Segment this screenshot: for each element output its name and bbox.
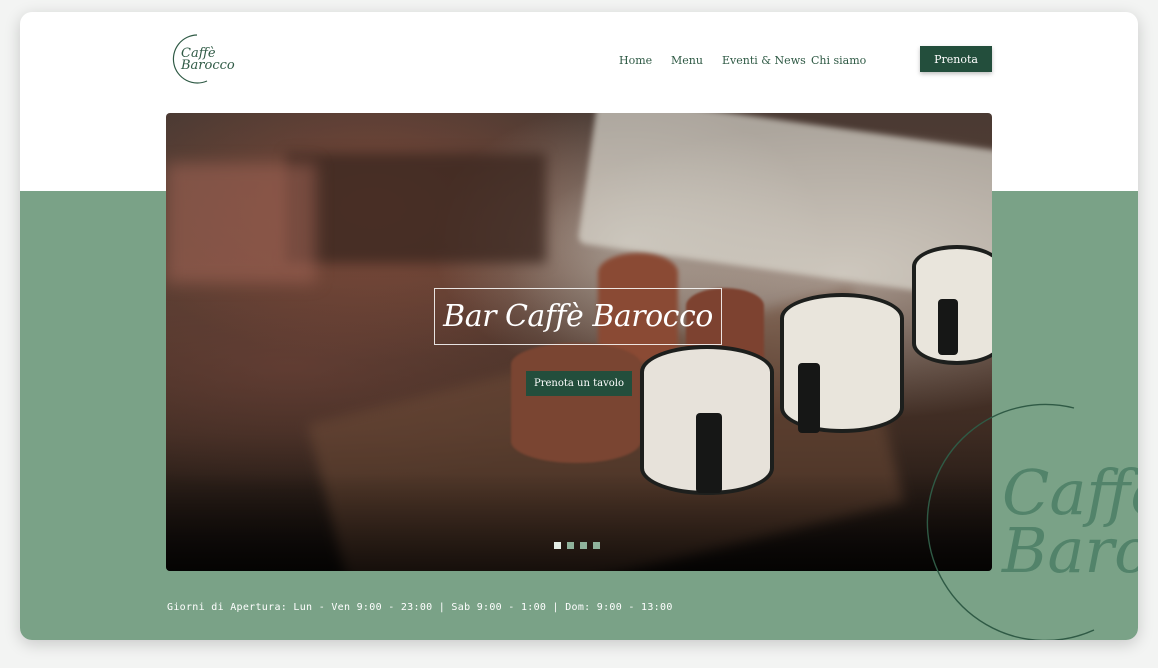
slider-dot-3[interactable]: [580, 542, 587, 549]
hero-title: Bar Caffè Barocco: [443, 299, 713, 334]
prenota-button[interactable]: Prenota: [920, 46, 992, 72]
decorative-logo-text: Caffè Barocco: [1002, 462, 1138, 587]
decorative-line-2: Barocco: [1002, 514, 1138, 587]
logo-line-2: Barocco: [181, 58, 235, 73]
slider-dot-4[interactable]: [593, 542, 600, 549]
nav-link-chi-siamo[interactable]: Chi siamo: [811, 54, 866, 67]
nav-link-eventi-news[interactable]: Eventi & News: [722, 54, 806, 67]
hero-slider: Bar Caffè Barocco Prenota un tavolo: [166, 113, 992, 571]
opening-hours: Giorni di Apertura: Lun - Ven 9:00 - 23:…: [167, 602, 673, 613]
slider-dot-1[interactable]: [554, 542, 561, 549]
page-card: Caffè Barocco Home Menu Eventi & News Ch…: [20, 12, 1138, 640]
hero-title-frame: Bar Caffè Barocco: [434, 288, 722, 345]
logo-text: Caffè Barocco: [181, 47, 235, 73]
nav-link-home[interactable]: Home: [619, 54, 652, 67]
nav-link-menu[interactable]: Menu: [671, 54, 703, 67]
logo[interactable]: Caffè Barocco: [163, 33, 235, 85]
slider-dot-2[interactable]: [567, 542, 574, 549]
prenota-tavolo-button[interactable]: Prenota un tavolo: [526, 371, 632, 396]
slider-dots: [554, 542, 600, 549]
